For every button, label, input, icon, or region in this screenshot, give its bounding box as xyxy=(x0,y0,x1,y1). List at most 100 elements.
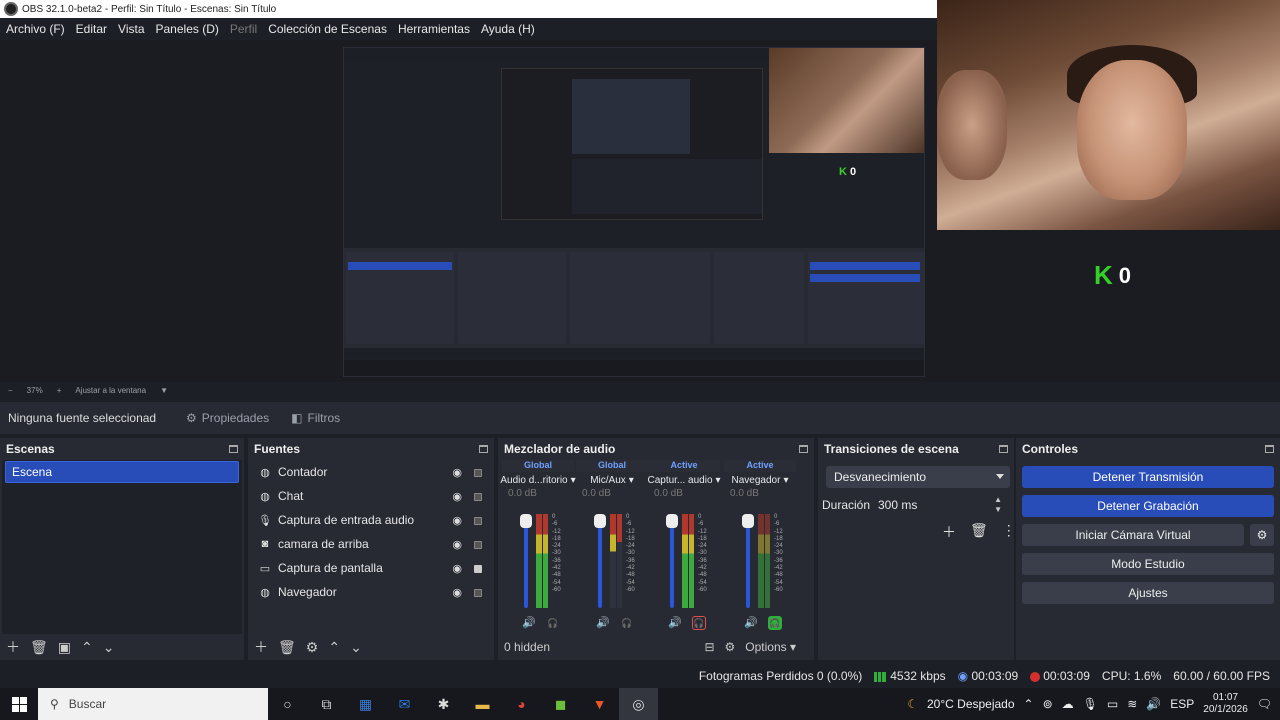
speaker-icon[interactable]: 🔊 xyxy=(744,616,758,630)
lock-icon[interactable] xyxy=(474,541,482,549)
volume-slider-handle[interactable] xyxy=(594,514,606,528)
stop-record-button[interactable]: Detener Grabación xyxy=(1022,495,1274,517)
source-settings-button[interactable]: ⚙ xyxy=(306,639,319,656)
menu-ayuda[interactable]: Ayuda (H) xyxy=(481,22,535,36)
duration-input[interactable]: 300 ms ▲ ▼ xyxy=(872,494,1010,516)
source-item-navegador[interactable]: ◍ Navegador ◉ xyxy=(250,580,492,604)
volume-slider[interactable] xyxy=(746,514,750,608)
properties-button[interactable]: ⚙ Propiedades xyxy=(178,407,277,429)
lock-icon[interactable] xyxy=(474,589,482,597)
virtual-camera-settings-button[interactable]: ⚙ xyxy=(1250,524,1274,546)
headphones-icon[interactable]: 🎧 xyxy=(767,616,782,630)
menu-paneles[interactable]: Paneles (D) xyxy=(156,22,219,36)
eye-icon[interactable]: ◉ xyxy=(452,466,462,479)
eye-icon[interactable]: ◉ xyxy=(452,490,462,503)
source-item-captura-audio[interactable]: 🎙 Captura de entrada audio ◉ xyxy=(250,508,492,532)
brave-icon[interactable]: ▼ xyxy=(580,688,619,720)
move-up-button[interactable]: ⌃ xyxy=(328,639,340,656)
eye-icon[interactable]: ◉ xyxy=(452,538,462,551)
menu-coleccion-escenas[interactable]: Colección de Escenas xyxy=(268,22,387,36)
float-dock-icon[interactable] xyxy=(999,445,1008,453)
menu-archivo[interactable]: Archivo (F) xyxy=(6,22,65,36)
channel-name[interactable]: Mic/Aux ▾ xyxy=(576,472,648,488)
hidden-count[interactable]: 0 hidden xyxy=(504,640,550,654)
lock-icon[interactable] xyxy=(474,469,482,477)
eye-icon[interactable]: ◉ xyxy=(452,514,462,527)
headphones-icon[interactable]: 🎧 xyxy=(620,616,634,630)
start-virtual-camera-button[interactable]: Iniciar Cámara Virtual xyxy=(1022,524,1244,546)
headphones-icon[interactable]: 🎧 xyxy=(546,616,560,630)
options-button[interactable]: Options ▾ xyxy=(745,640,796,654)
cortana-icon[interactable]: ○ xyxy=(268,688,307,720)
zoom-out-button[interactable]: − xyxy=(8,386,13,395)
spin-buttons[interactable]: ▲ ▼ xyxy=(994,495,1002,515)
channel-name[interactable]: Audio d...ritorio ▾ xyxy=(500,472,575,488)
speaker-icon[interactable]: 🔊 xyxy=(668,616,682,630)
wifi-icon[interactable]: ≋ xyxy=(1127,697,1137,711)
volume-slider-handle[interactable] xyxy=(742,514,754,528)
source-item-contador[interactable]: ◍ Contador ◉ xyxy=(250,460,492,484)
clock[interactable]: 01:07 20/1/2026 xyxy=(1203,692,1248,716)
move-down-button[interactable]: ⌄ xyxy=(103,639,115,656)
settings-button[interactable]: Ajustes xyxy=(1022,582,1274,604)
notifications-icon[interactable]: 🗨 xyxy=(1257,697,1272,711)
move-down-button[interactable]: ⌄ xyxy=(350,639,362,656)
transition-select[interactable]: Desvanecimiento xyxy=(826,466,1010,488)
menu-vista[interactable]: Vista xyxy=(118,22,144,36)
volume-slider-handle[interactable] xyxy=(666,514,678,528)
volume-slider-handle[interactable] xyxy=(520,514,532,528)
float-dock-icon[interactable] xyxy=(799,445,808,453)
add-transition-button[interactable]: ＋ xyxy=(942,522,956,542)
eye-icon[interactable]: ◉ xyxy=(452,586,462,599)
speaker-icon[interactable]: 🔊 xyxy=(596,616,610,630)
trash-icon[interactable]: 🗑 xyxy=(278,639,296,656)
volume-icon[interactable]: 🔊 xyxy=(1146,697,1161,711)
store-icon[interactable]: ▦ xyxy=(346,688,385,720)
battery-icon[interactable]: ▭ xyxy=(1107,697,1118,711)
headphones-icon[interactable]: 🎧 xyxy=(691,616,706,630)
speaker-icon[interactable]: 🔊 xyxy=(522,616,536,630)
channel-name[interactable]: Navegador ▾ xyxy=(724,472,796,488)
menu-editar[interactable]: Editar xyxy=(76,22,107,36)
gear-icon[interactable]: ⚙ xyxy=(725,640,736,654)
sources-list[interactable]: ◍ Contador ◉ ◍ Chat ◉ 🎙 Captura de entrada au… xyxy=(250,460,492,634)
weather[interactable]: 20°C Despejado xyxy=(927,697,1015,711)
trash-icon[interactable]: 🗑 xyxy=(30,639,48,656)
scene-filters-button[interactable]: ▣ xyxy=(58,639,71,656)
obs-icon[interactable]: ◎ xyxy=(619,688,658,720)
file-explorer-icon[interactable]: ▬ xyxy=(463,688,502,720)
taskbar-search[interactable]: ⚲ Buscar xyxy=(38,688,268,720)
task-view-icon[interactable]: ⧉ xyxy=(307,688,346,720)
stop-stream-button[interactable]: Detener Transmisión xyxy=(1022,466,1274,488)
chevron-up-icon[interactable]: ⌃ xyxy=(1024,697,1034,711)
tray-app-icon[interactable]: ⊚ xyxy=(1043,697,1053,711)
outlook-icon[interactable]: ✉ xyxy=(385,688,424,720)
zoom-fit-select[interactable]: Ajustar a la ventana xyxy=(75,386,146,395)
source-item-chat[interactable]: ◍ Chat ◉ xyxy=(250,484,492,508)
lock-icon[interactable] xyxy=(474,565,482,573)
zoom-in-button[interactable]: + xyxy=(57,386,62,395)
chrome-icon[interactable]: ◕ xyxy=(502,688,541,720)
chevron-down-icon[interactable]: ▼ xyxy=(160,386,168,395)
app-icon[interactable]: ✱ xyxy=(424,688,463,720)
android-app-icon[interactable]: ◼ xyxy=(541,688,580,720)
language-indicator[interactable]: ESP xyxy=(1170,697,1194,711)
volume-slider[interactable] xyxy=(598,514,602,608)
network-icon[interactable]: ☁ xyxy=(1062,697,1074,711)
volume-slider[interactable] xyxy=(670,514,674,608)
program-preview[interactable]: K 0 xyxy=(343,47,925,377)
add-scene-button[interactable]: ＋ xyxy=(6,637,20,657)
float-dock-icon[interactable] xyxy=(479,445,488,453)
lock-icon[interactable] xyxy=(474,493,482,501)
windows-start-icon[interactable] xyxy=(0,688,38,720)
source-item-captura-pantalla[interactable]: ▭ Captura de pantalla ◉ xyxy=(250,556,492,580)
layout-icon[interactable]: ⊟ xyxy=(704,640,714,654)
source-item-camara[interactable]: ◙ camara de arriba ◉ xyxy=(250,532,492,556)
trash-icon[interactable]: 🗑 xyxy=(970,522,988,542)
channel-name[interactable]: Captur... audio ▾ xyxy=(647,472,720,488)
move-up-button[interactable]: ⌃ xyxy=(81,639,93,656)
studio-mode-button[interactable]: Modo Estudio xyxy=(1022,553,1274,575)
volume-slider[interactable] xyxy=(524,514,528,608)
float-dock-icon[interactable] xyxy=(1265,445,1274,453)
menu-herramientas[interactable]: Herramientas xyxy=(398,22,470,36)
